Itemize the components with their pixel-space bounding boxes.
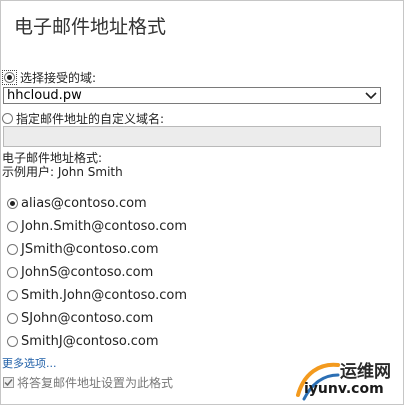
page-title: 电子邮件地址格式: [14, 16, 167, 38]
focus-indicator: [2, 70, 17, 85]
format-option[interactable]: Smith.John@contoso.com: [7, 288, 187, 303]
format-option[interactable]: alias@contoso.com: [7, 196, 147, 211]
watermark-line2: iyunv.com: [304, 381, 384, 397]
watermark-line1: 运维网: [340, 362, 391, 382]
more-options-link[interactable]: 更多选项...: [2, 355, 57, 371]
reply-address-option[interactable]: 将答复邮件地址设置为此格式: [3, 374, 173, 391]
custom-domain-label: 指定邮件地址的自定义域名:: [16, 112, 165, 126]
format-label: John.Smith@contoso.com: [21, 219, 188, 234]
format-option[interactable]: JSmith@contoso.com: [7, 242, 158, 257]
custom-domain-radio[interactable]: [2, 113, 13, 124]
custom-domain-option[interactable]: 指定邮件地址的自定义域名:: [2, 110, 164, 127]
reply-address-label: 将答复邮件地址设置为此格式: [17, 376, 174, 390]
format-option[interactable]: JohnS@contoso.com: [7, 265, 153, 280]
format-option[interactable]: SmithJ@contoso.com: [7, 334, 158, 349]
format-radio[interactable]: [7, 313, 18, 324]
format-radio[interactable]: [7, 290, 18, 301]
watermark-logo: 运维网 iyunv.com: [294, 355, 402, 403]
accepted-domain-option[interactable]: 选择接受的域:: [2, 69, 96, 86]
format-option[interactable]: SJohn@contoso.com: [7, 311, 153, 326]
format-radio[interactable]: [7, 221, 18, 232]
reply-address-checkbox[interactable]: [3, 377, 14, 388]
format-label: JSmith@contoso.com: [21, 242, 159, 257]
format-label: SJohn@contoso.com: [21, 311, 154, 326]
format-label: alias@contoso.com: [21, 196, 147, 211]
chevron-down-icon[interactable]: [365, 91, 377, 101]
format-radio[interactable]: [7, 267, 18, 278]
format-option[interactable]: John.Smith@contoso.com: [7, 219, 187, 234]
format-radio[interactable]: [7, 336, 18, 347]
accepted-domain-select[interactable]: hhcloud.pw: [3, 87, 381, 104]
accepted-domain-radio[interactable]: [4, 72, 15, 83]
format-label: JohnS@contoso.com: [21, 265, 154, 280]
format-radio[interactable]: [7, 244, 18, 255]
custom-domain-input[interactable]: [3, 126, 381, 147]
accepted-domain-label: 选择接受的域:: [20, 71, 97, 85]
format-radio[interactable]: [7, 198, 18, 209]
accepted-domain-value: hhcloud.pw: [7, 88, 82, 103]
format-label: SmithJ@contoso.com: [21, 334, 159, 349]
format-label: Smith.John@contoso.com: [21, 288, 188, 303]
example-user: 示例用户: John Smith: [2, 165, 123, 179]
